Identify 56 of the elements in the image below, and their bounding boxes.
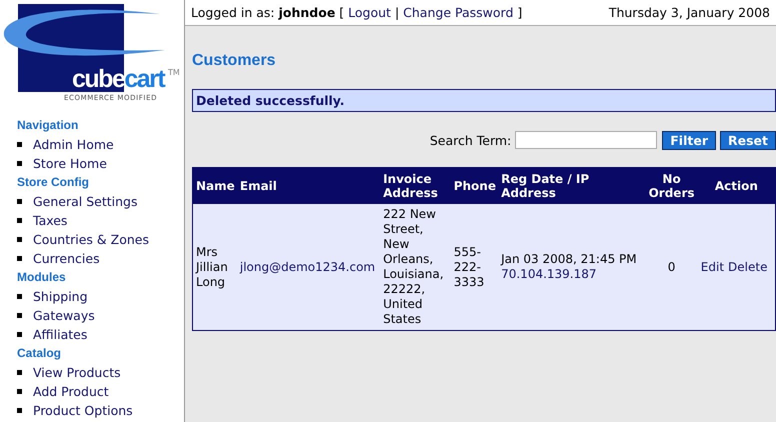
bullet-icon <box>17 408 22 413</box>
search-field[interactable] <box>515 131 658 149</box>
sidebar-link[interactable]: Product Options <box>33 403 133 418</box>
sidebar-link[interactable]: Gateways <box>33 308 95 323</box>
bullet-icon <box>17 218 22 223</box>
login-status: Logged in as: johndoe [ Logout | Change Password ] <box>191 5 522 20</box>
sidebar-heading: Navigation <box>17 117 80 134</box>
reg-date: Jan 03 2008, 21:45 PM <box>501 252 638 267</box>
sidebar-link[interactable]: Currencies <box>33 251 100 266</box>
column-header: No Orders <box>645 168 698 204</box>
sidebar-link[interactable]: General Settings <box>33 194 138 209</box>
table-cell: Mrs Jillian Long <box>192 204 237 330</box>
sidebar-link[interactable]: Add Product <box>33 384 109 399</box>
column-header: Phone <box>450 168 498 204</box>
bullet-icon <box>17 313 22 318</box>
bullet-icon <box>17 237 22 242</box>
sidebar-link[interactable]: Admin Home <box>33 137 114 152</box>
table-cell: 222 New Street, New Orleans, Louisiana, 22222, United States <box>380 204 451 330</box>
column-header: Action <box>698 168 776 204</box>
bullet-icon <box>17 256 22 261</box>
bullet-icon <box>17 370 22 375</box>
sidebar-heading: Modules <box>17 269 67 286</box>
bullet-icon <box>17 161 22 166</box>
logout-link[interactable]: Logout <box>348 5 391 20</box>
change-password-link[interactable]: Change Password <box>403 5 514 20</box>
trademark: TM <box>168 68 180 77</box>
email-link[interactable]: jlong@demo1234.com <box>240 260 376 274</box>
sidebar-link[interactable]: Affiliates <box>33 327 88 342</box>
search-label: Search Term: <box>430 132 512 148</box>
action-link[interactable]: Edit <box>700 260 724 274</box>
bullet-icon <box>17 142 22 147</box>
column-header: Reg Date / IP Address <box>498 168 646 204</box>
sidebar-heading: Store Config <box>17 174 90 191</box>
bullet-icon <box>17 199 22 204</box>
column-header: Email <box>236 168 380 204</box>
current-date: Thursday 3, January 2008 <box>608 5 770 20</box>
bullet-icon <box>17 294 22 299</box>
search-button[interactable]: Reset <box>720 130 776 150</box>
bullet-icon <box>17 332 22 337</box>
logo-wordmark: cubecart <box>72 66 164 92</box>
success-message: Deleted successfully. <box>192 89 776 112</box>
sidebar-link[interactable]: Taxes <box>33 213 68 228</box>
sidebar-link[interactable]: Countries & Zones <box>33 232 149 247</box>
sidebar-link[interactable]: Store Home <box>33 156 107 171</box>
sidebar-heading: Catalog <box>17 345 62 362</box>
table-cell: 0 <box>645 204 698 330</box>
page-title: Customers <box>192 52 277 70</box>
sidebar-link[interactable]: Shipping <box>33 289 88 304</box>
sidebar-link[interactable]: View Products <box>33 365 121 380</box>
search-button[interactable]: Filter <box>662 130 716 150</box>
action-link[interactable]: Delete <box>728 260 768 274</box>
column-header: Name <box>192 168 237 204</box>
column-header: Invoice Address <box>380 168 451 204</box>
table-cell: 555-222-3333 <box>450 204 498 330</box>
bullet-icon <box>17 389 22 394</box>
ip-address-link[interactable]: 70.104.139.187 <box>501 267 597 281</box>
